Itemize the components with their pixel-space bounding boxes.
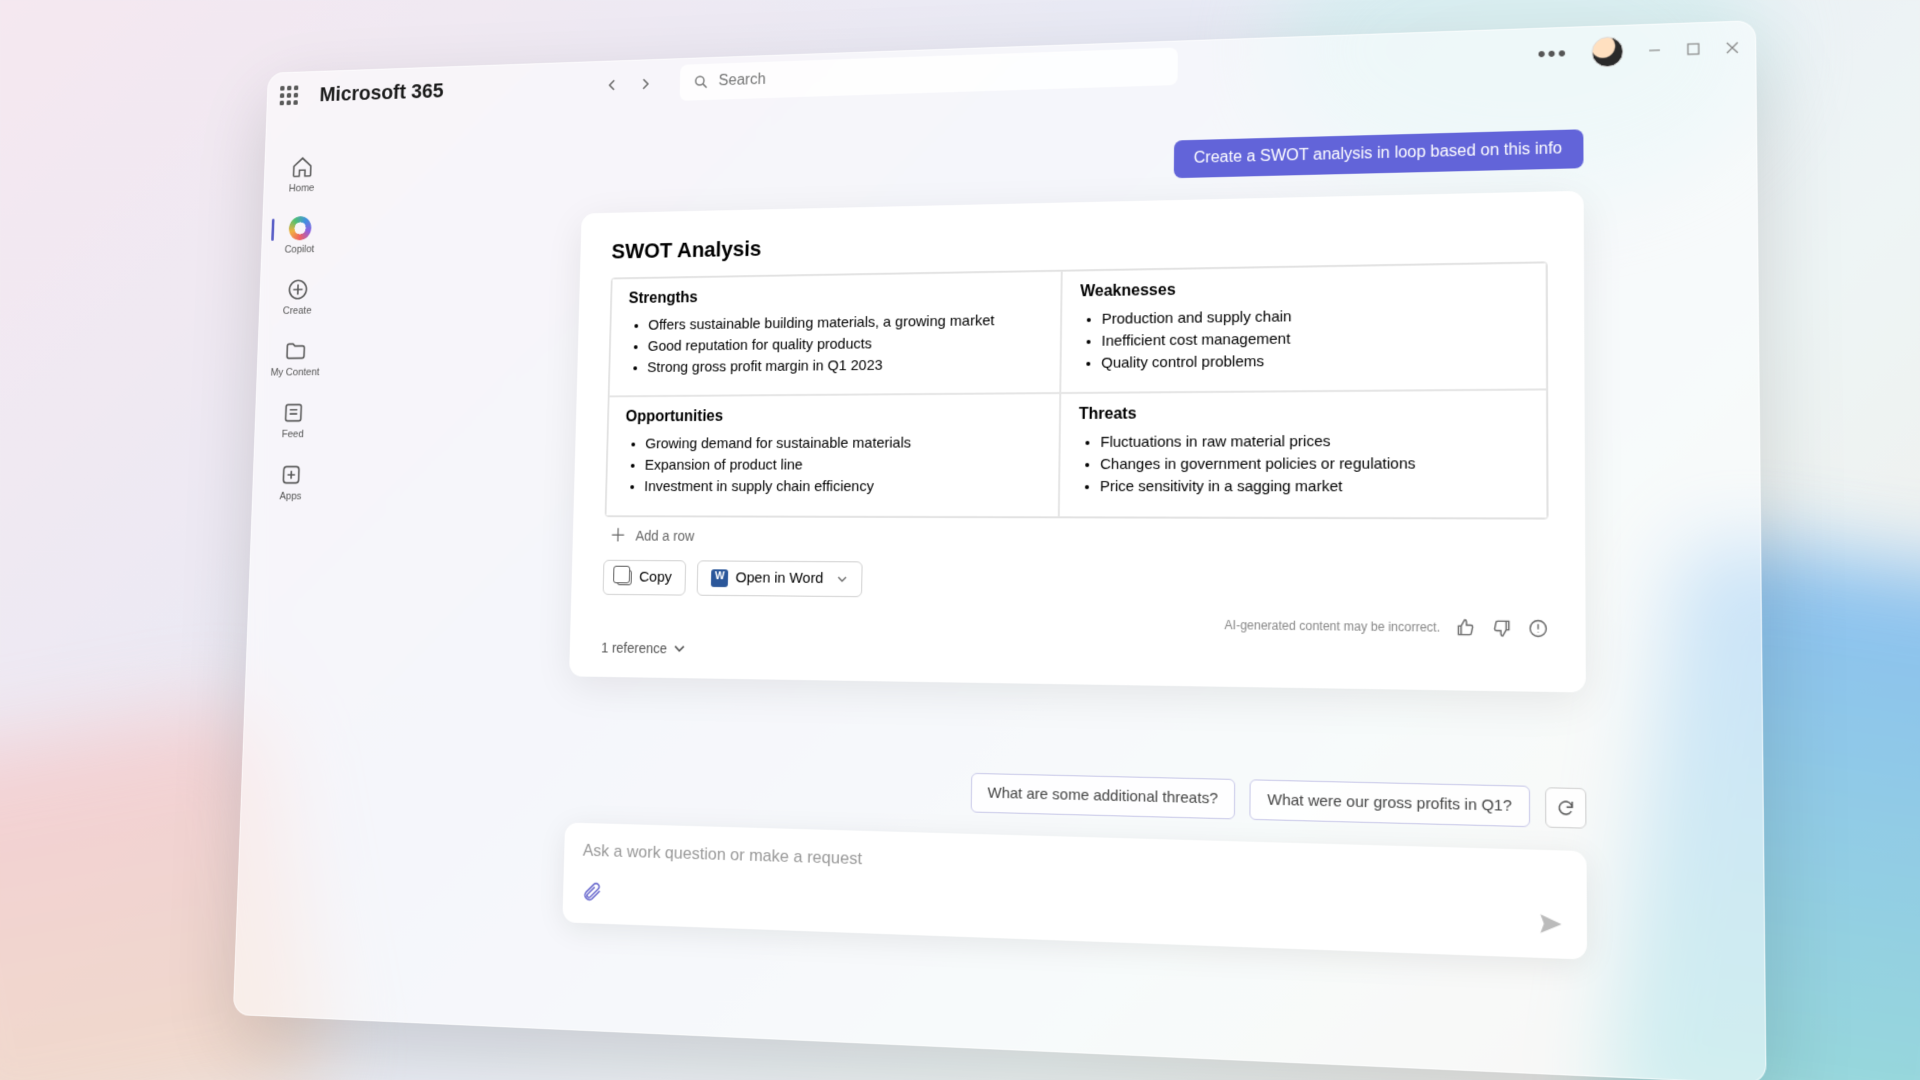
chevron-down-icon	[837, 573, 849, 585]
main-content: Create a SWOT analysis in loop based on …	[341, 126, 1720, 1049]
cell-heading: Threats	[1079, 403, 1527, 424]
card-title: SWOT Analysis	[611, 220, 1547, 264]
add-row-label: Add a row	[635, 527, 694, 543]
rail-item-mycontent[interactable]: My Content	[270, 339, 320, 379]
rail-item-create[interactable]: Create	[283, 277, 313, 317]
swot-cell-strengths: Strengths Offers sustainable building ma…	[609, 271, 1062, 397]
references-label: 1 reference	[601, 639, 667, 656]
swot-table: Strengths Offers sustainable building ma…	[605, 261, 1549, 519]
open-word-label: Open in Word	[735, 569, 823, 586]
swot-cell-weaknesses: Weaknesses Production and supply chainIn…	[1060, 262, 1547, 393]
rail-item-copilot[interactable]: Copilot	[284, 216, 315, 256]
search-icon	[693, 73, 710, 91]
rail-item-feed[interactable]: Feed	[281, 401, 305, 441]
user-avatar[interactable]	[1591, 36, 1623, 68]
search-box[interactable]	[679, 48, 1177, 101]
rail-item-home[interactable]: Home	[289, 155, 316, 194]
cell-list: Offers sustainable building materials, a…	[627, 310, 1043, 379]
swot-cell-threats: Threats Fluctuations in raw material pri…	[1059, 390, 1548, 518]
app-launcher-icon[interactable]	[280, 85, 300, 106]
window-maximize-icon[interactable]	[1686, 42, 1701, 57]
nav-back-icon[interactable]	[605, 77, 620, 93]
app-window: Microsoft 365 ••• Home	[233, 20, 1767, 1080]
titlebar: Microsoft 365 •••	[267, 21, 1755, 119]
rail-item-apps[interactable]: Apps	[279, 463, 303, 503]
list-item: Investment in supply chain efficiency	[644, 476, 1041, 498]
copy-icon	[617, 569, 632, 585]
window-close-icon[interactable]	[1725, 40, 1740, 55]
word-icon	[711, 569, 728, 587]
cell-list: Growing demand for sustainable materials…	[624, 432, 1041, 497]
plus-icon: ＋	[609, 526, 626, 544]
response-card: SWOT Analysis Strengths Offers sustainab…	[569, 191, 1586, 692]
list-item: Quality control problems	[1101, 348, 1527, 374]
add-row-button[interactable]: ＋ Add a row	[604, 517, 1549, 551]
home-icon	[291, 155, 314, 180]
report-icon[interactable]	[1527, 617, 1549, 638]
copy-label: Copy	[639, 569, 672, 586]
suggestion-row: What are some additional threats? What w…	[566, 763, 1587, 828]
ai-disclaimer: AI-generated content may be incorrect.	[1224, 617, 1440, 634]
left-nav-rail: Home Copilot Create My Content Feed Apps	[253, 145, 341, 502]
suggestion-chip[interactable]: What are some additional threats?	[970, 773, 1235, 820]
references-toggle[interactable]: 1 reference	[601, 639, 1549, 668]
search-input[interactable]	[718, 58, 1163, 90]
folder-icon	[284, 339, 307, 364]
paperclip-icon	[581, 880, 602, 903]
rail-label: Apps	[279, 491, 301, 502]
refresh-icon	[1556, 798, 1576, 818]
thumbs-up-icon[interactable]	[1455, 617, 1476, 638]
list-item: Changes in government policies or regula…	[1100, 453, 1527, 476]
list-item: Strong gross profit margin in Q1 2023	[647, 353, 1042, 378]
user-message-bubble: Create a SWOT analysis in loop based on …	[1174, 129, 1584, 178]
send-icon	[1537, 910, 1565, 939]
list-item: Fluctuations in raw material prices	[1100, 430, 1527, 454]
rail-label: Copilot	[284, 244, 314, 256]
copy-button[interactable]: Copy	[603, 559, 687, 595]
cell-heading: Opportunities	[625, 406, 1041, 426]
cell-heading: Weaknesses	[1080, 276, 1526, 301]
rail-label: My Content	[270, 367, 319, 379]
attach-button[interactable]	[581, 880, 602, 907]
create-icon	[286, 277, 309, 302]
list-item: Expansion of product line	[644, 454, 1040, 476]
cell-list: Production and supply chainInefficient c…	[1079, 303, 1526, 374]
rail-label: Home	[289, 183, 315, 195]
copilot-icon	[288, 216, 311, 241]
cell-heading: Strengths	[628, 284, 1042, 308]
chat-input-bar	[562, 822, 1587, 959]
window-minimize-icon[interactable]	[1647, 43, 1662, 58]
rail-label: Feed	[282, 429, 304, 440]
feed-icon	[282, 401, 306, 426]
cell-list: Fluctuations in raw material pricesChang…	[1078, 430, 1527, 498]
list-item: Price sensitivity in a sagging market	[1100, 475, 1527, 498]
rail-label: Create	[283, 305, 312, 317]
list-item: Growing demand for sustainable materials	[645, 432, 1041, 455]
chevron-down-icon	[673, 641, 686, 655]
more-options-icon[interactable]: •••	[1537, 42, 1568, 65]
open-in-word-button[interactable]: Open in Word	[697, 560, 863, 597]
brand-label: Microsoft 365	[319, 79, 444, 107]
refresh-suggestions-button[interactable]	[1545, 787, 1586, 829]
swot-cell-opportunities: Opportunities Growing demand for sustain…	[606, 393, 1061, 516]
suggestion-chip[interactable]: What were our gross profits in Q1?	[1250, 779, 1530, 827]
apps-icon	[279, 463, 303, 487]
send-button[interactable]	[1537, 910, 1565, 944]
nav-forward-icon[interactable]	[637, 76, 652, 92]
thumbs-down-icon[interactable]	[1491, 617, 1512, 638]
